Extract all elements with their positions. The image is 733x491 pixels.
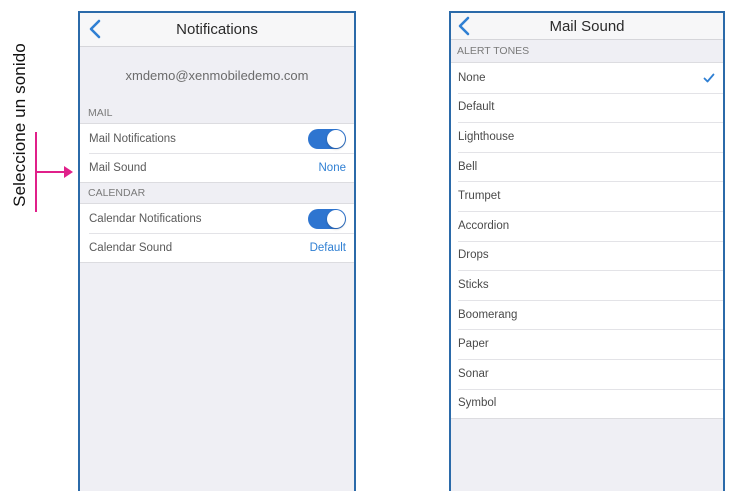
calendar-sound-label: Calendar Sound bbox=[89, 241, 173, 254]
tone-item-accordion[interactable]: Accordion bbox=[451, 210, 723, 241]
tone-label: Drops bbox=[458, 249, 489, 262]
tone-label: Accordion bbox=[458, 219, 510, 232]
mail-sound-label: Mail Sound bbox=[89, 161, 147, 174]
calendar-notifications-toggle[interactable] bbox=[308, 208, 346, 229]
tone-item-boomerang[interactable]: Boomerang bbox=[451, 299, 723, 330]
tone-item-trumpet[interactable]: Trumpet bbox=[451, 181, 723, 211]
page-title: Notifications bbox=[176, 21, 258, 38]
mail-sound-screen: Mail Sound ALERT TONES None Default Lighth… bbox=[449, 11, 725, 491]
callout-label: Seleccione un sonido bbox=[6, 20, 34, 230]
mail-sound-navbar: Mail Sound bbox=[451, 13, 723, 40]
arrow-right-icon bbox=[64, 166, 73, 178]
notifications-navbar: Notifications bbox=[80, 13, 354, 47]
section-header-alert-tones: ALERT TONES bbox=[457, 45, 530, 57]
mail-notifications-toggle[interactable] bbox=[308, 128, 346, 149]
account-email: xmdemo@xenmobiledemo.com bbox=[125, 67, 309, 83]
tone-label: Sticks bbox=[458, 278, 489, 291]
calendar-sound-value: Default bbox=[309, 241, 346, 254]
tone-label: Bell bbox=[458, 160, 478, 173]
mail-sound-value: None bbox=[318, 161, 347, 174]
chevron-left-icon bbox=[458, 16, 470, 36]
tone-label: Trumpet bbox=[458, 190, 501, 203]
tone-item-default[interactable]: Default bbox=[451, 92, 723, 123]
section-header-mail: MAIL bbox=[88, 107, 113, 119]
tone-item-sticks[interactable]: Sticks bbox=[451, 270, 723, 300]
tone-item-paper[interactable]: Paper bbox=[451, 329, 723, 359]
callout-label-text: Seleccione un sonido bbox=[10, 43, 29, 207]
mail-settings-group: Mail Notifications Mail Sound None bbox=[80, 123, 354, 183]
tone-item-lighthouse[interactable]: Lighthouse bbox=[451, 122, 723, 152]
page-title: Mail Sound bbox=[549, 17, 625, 35]
tone-label: Sonar bbox=[458, 367, 489, 380]
notifications-screen: Notifications xmdemo@xenmobiledemo.com M… bbox=[78, 11, 356, 491]
calendar-sound-row[interactable]: Calendar Sound Default bbox=[80, 233, 354, 262]
checkmark-icon bbox=[703, 73, 715, 83]
alert-tones-list: None Default Lighthouse Bell Trumpet Accordio… bbox=[451, 62, 723, 420]
calendar-settings-group: Calendar Notifications Calendar Sound De… bbox=[80, 203, 354, 263]
back-button[interactable] bbox=[453, 13, 475, 39]
mail-sound-row[interactable]: Mail Sound None bbox=[80, 153, 354, 182]
tone-item-drops[interactable]: Drops bbox=[451, 240, 723, 271]
tone-label: Paper bbox=[458, 338, 489, 351]
calendar-notifications-row: Calendar Notifications bbox=[80, 204, 354, 233]
tone-label: None bbox=[458, 71, 486, 84]
tone-label: Default bbox=[458, 101, 495, 114]
back-button[interactable] bbox=[84, 16, 106, 42]
chevron-left-icon bbox=[89, 19, 101, 39]
tone-label: Boomerang bbox=[458, 308, 518, 321]
tone-label: Lighthouse bbox=[458, 130, 515, 143]
section-header-calendar: CALENDAR bbox=[88, 187, 146, 199]
tone-item-sonar[interactable]: Sonar bbox=[451, 358, 723, 389]
mail-notifications-row: Mail Notifications bbox=[80, 124, 354, 153]
tone-item-symbol[interactable]: Symbol bbox=[451, 388, 723, 419]
callout-arrow-line bbox=[35, 171, 65, 173]
mail-notifications-label: Mail Notifications bbox=[89, 132, 176, 145]
tone-item-none[interactable]: None bbox=[451, 63, 723, 93]
tone-item-bell[interactable]: Bell bbox=[451, 151, 723, 182]
tone-label: Symbol bbox=[458, 397, 497, 410]
calendar-notifications-label: Calendar Notifications bbox=[89, 212, 202, 225]
